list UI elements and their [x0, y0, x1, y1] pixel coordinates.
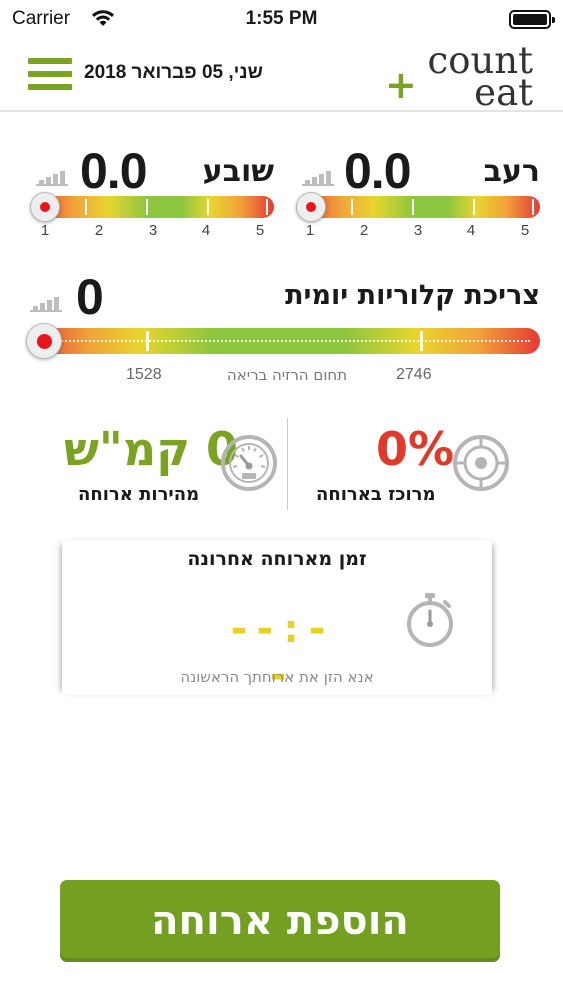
scale-label: 1	[40, 222, 50, 239]
daily-calories-knob	[26, 323, 62, 359]
daily-calories-panel[interactable]: 0 צריכת קלוריות יומית 1528 תחום הרזיה בר…	[26, 268, 540, 398]
menu-icon[interactable]	[28, 56, 72, 92]
clock: 1:55 PM	[245, 8, 318, 29]
app-header: שני, 05 פברואר 2018 + count eat	[0, 40, 563, 112]
hunger-scale[interactable]	[296, 192, 540, 222]
meal-focus-panel[interactable]: 0% מרוכז בארוחה	[300, 420, 550, 515]
daily-calories-value: 0	[76, 269, 104, 325]
healthy-range-low: 1528	[126, 366, 162, 383]
scale-label: 3	[413, 222, 423, 239]
meal-speed-caption: מהירות ארוחה	[78, 484, 200, 505]
logo-word-eat: eat	[474, 71, 533, 114]
hunger-scale-labels: 1 2 3 4 5	[296, 222, 540, 242]
last-meal-hint: אנא הזן את ארוחתך הראשונה	[180, 668, 374, 686]
satiety-scale[interactable]	[30, 192, 274, 222]
battery-icon	[509, 10, 555, 29]
scale-label: 2	[94, 222, 104, 239]
scale-label: 5	[255, 222, 265, 239]
scale-label: 5	[520, 222, 530, 239]
meal-focus-caption: מרוכז בארוחה	[316, 484, 436, 505]
scale-label: 2	[359, 222, 369, 239]
status-bar: Carrier 1:55 PM	[0, 0, 563, 40]
healthy-range-label: תחום הרזיה בריאה	[226, 366, 348, 384]
daily-calories-scale	[26, 323, 540, 359]
meal-speed-panel[interactable]: 0 קמ"ש מהירות ארוחה	[30, 420, 280, 515]
meal-focus-value: 0%	[376, 422, 455, 476]
satiety-value: 0.0	[80, 143, 148, 199]
hunger-panel[interactable]: 0.0 רעב 1 2 3 4 5	[296, 140, 540, 245]
scale-label: 3	[148, 222, 158, 239]
metrics-divider	[287, 418, 288, 510]
add-meal-button[interactable]: הוספת ארוחה	[60, 880, 500, 962]
last-meal-card: זמן מארוחה אחרונה --:-- אנא הזן את ארוחת…	[62, 540, 492, 698]
bar-chart-icon[interactable]	[302, 166, 334, 186]
target-icon	[452, 434, 510, 492]
satiety-slider-knob[interactable]	[30, 192, 60, 222]
satiety-label: שובע	[202, 154, 274, 189]
hunger-slider-knob[interactable]	[296, 192, 326, 222]
speedometer-icon	[220, 434, 278, 492]
hunger-label: רעב	[483, 154, 540, 189]
satiety-panel[interactable]: 0.0 שובע 1 2 3 4 5	[30, 140, 274, 245]
bar-chart-icon[interactable]	[30, 292, 62, 312]
current-date[interactable]: שני, 05 פברואר 2018	[84, 62, 304, 84]
stopwatch-icon	[402, 592, 458, 648]
scale-label: 1	[305, 222, 315, 239]
scale-label: 4	[201, 222, 211, 239]
satiety-scale-labels: 1 2 3 4 5	[30, 222, 274, 242]
logo-plus: +	[385, 63, 417, 107]
meal-speed-value: 0 קמ"ש	[64, 422, 239, 476]
hunger-value: 0.0	[344, 143, 412, 199]
bar-chart-icon[interactable]	[36, 166, 68, 186]
healthy-range-high: 2746	[396, 366, 432, 383]
daily-calories-label: צריכת קלוריות יומית	[285, 280, 540, 311]
scale-label: 4	[466, 222, 476, 239]
count-eat-logo: + count eat	[383, 42, 533, 114]
last-meal-title: זמן מארוחה אחרונה	[187, 548, 367, 570]
